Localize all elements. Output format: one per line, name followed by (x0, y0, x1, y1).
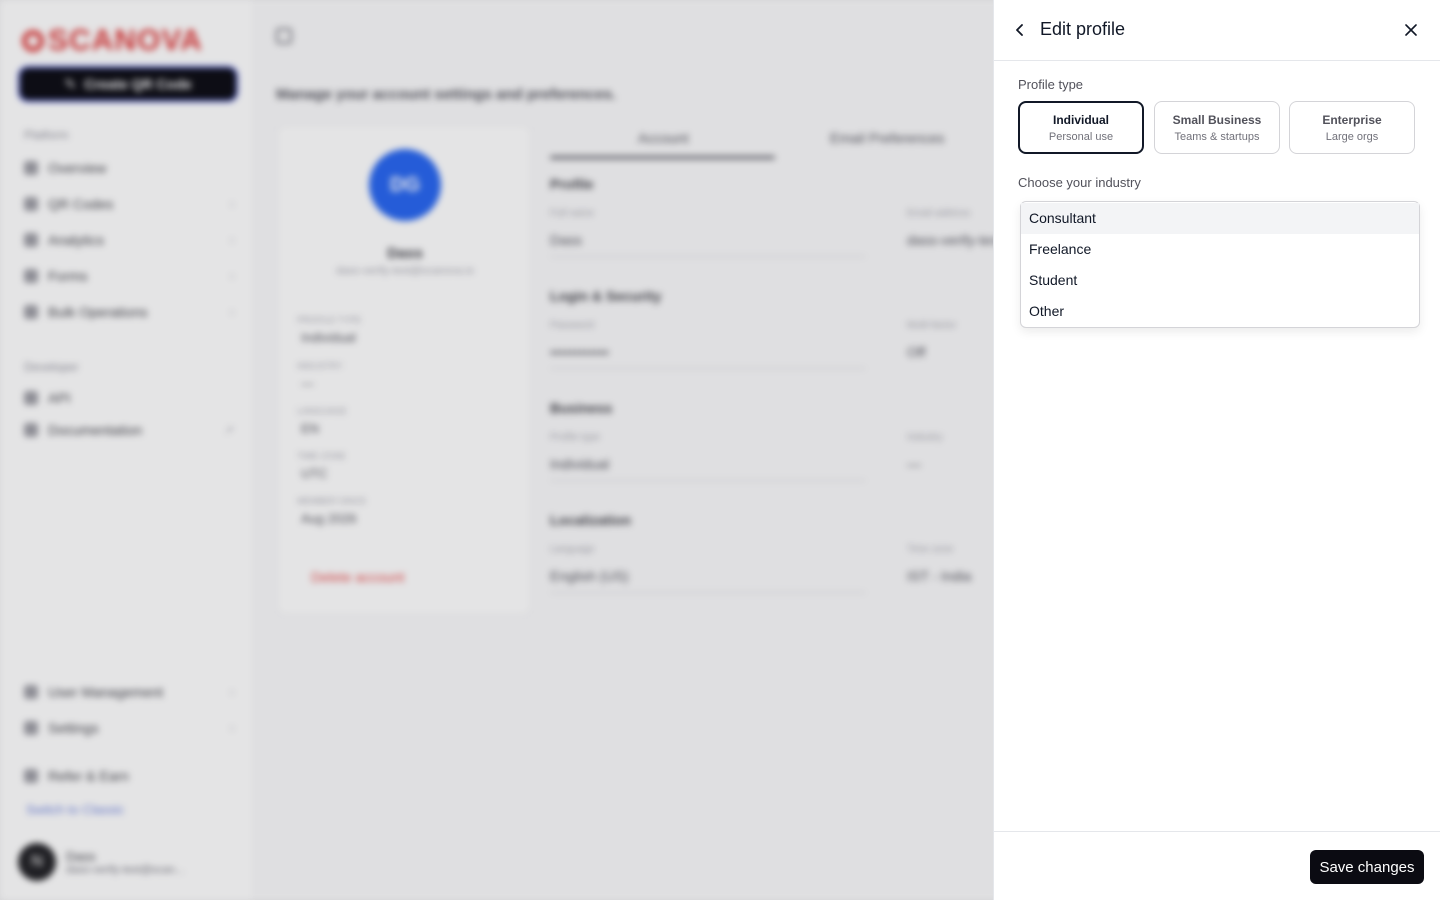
option-title: Enterprise (1322, 113, 1382, 127)
profile-type-option-individual[interactable]: Individual Personal use (1018, 101, 1144, 154)
industry-label: Choose your industry (1018, 175, 1141, 190)
option-title: Individual (1052, 113, 1109, 127)
option-subtitle: Large orgs (1325, 131, 1379, 143)
drawer-title: Edit profile (1040, 19, 1126, 39)
drawer-footer: Save changes (994, 831, 1440, 900)
chevron-left-icon (1016, 24, 1023, 36)
drawer-header: Edit profile (994, 0, 1440, 61)
industry-option-consultant[interactable]: Consultant (1021, 203, 1419, 234)
save-changes-button[interactable]: Save changes (1310, 850, 1424, 884)
option-title: Small Business (1172, 113, 1262, 127)
option-subtitle: Personal use (1048, 131, 1114, 143)
industry-option-freelance[interactable]: Freelance (1021, 234, 1419, 265)
industry-option-student[interactable]: Student (1021, 265, 1419, 296)
option-subtitle: Teams & startups (1174, 131, 1260, 143)
profile-type-option-small-business[interactable]: Small Business Teams & startups (1154, 101, 1280, 154)
back-button[interactable] (1010, 18, 1030, 42)
profile-type-option-enterprise[interactable]: Enterprise Large orgs (1289, 101, 1415, 154)
industry-option-other[interactable]: Other (1021, 296, 1419, 327)
close-icon (1405, 24, 1417, 36)
profile-type-label: Profile type (1018, 77, 1084, 92)
edit-profile-drawer: Edit profile Profile type Individual Per… (993, 0, 1440, 900)
close-button[interactable] (1400, 19, 1422, 41)
industry-dropdown-list: Consultant Freelance Student Other (1020, 201, 1420, 328)
